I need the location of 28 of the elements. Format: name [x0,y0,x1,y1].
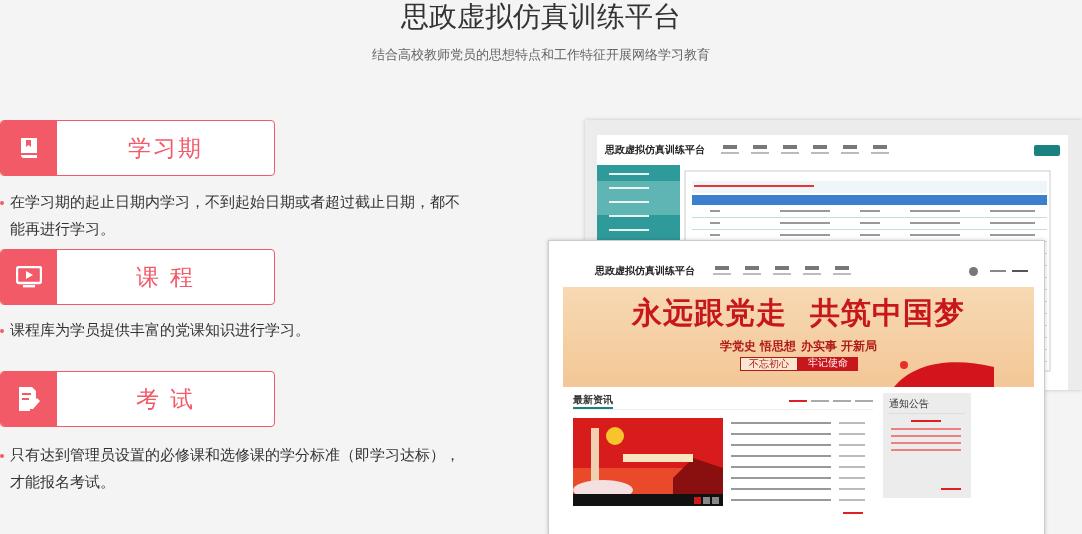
feature-header: 学习期 [0,120,275,176]
feature-description: 课程库为学员提供丰富的党课知识进行学习。 [10,320,310,341]
banner-slogan: 学党史 悟思想 办实事 开新局 [720,338,877,355]
page-title: 思政虚拟仿真训练平台 [401,0,681,34]
page-button[interactable] [703,496,710,504]
feature-header: 考 试 [0,371,275,427]
feature-description: 只有达到管理员设置的必修课和选修课的学分标准（即学习达标），才能报名考试。 [10,445,460,493]
banner-tag: 牢记使命 [797,357,858,371]
notice-heading: 通知公告 [889,397,965,414]
page-button[interactable] [712,496,719,504]
site-title: 思政虚拟仿真训练平台 [595,264,695,278]
exit-button[interactable] [1034,144,1060,156]
section-heading: 最新资讯 [573,393,613,409]
book-icon [18,136,40,160]
bullet-icon [0,329,4,333]
page-button[interactable] [694,496,701,504]
user-menu-drawing [990,268,1030,274]
bullet-icon [0,201,4,205]
avatar-icon [969,266,978,276]
bullet-icon [0,454,4,458]
feature-header: 课 程 [0,249,275,305]
banner-headline: 永远跟党走 共筑中国梦 [632,294,965,332]
banner-tag: 不忘初心 [739,357,798,371]
document-pen-icon [17,386,41,412]
monitor-play-icon [16,266,42,288]
site-title: 思政虚拟仿真训练平台 [605,143,705,157]
feature-description: 在学习期的起止日期内学习，不到起始日期或者超过截止日期，都不能再进行学习。 [10,192,460,240]
page-subtitle: 结合高校教师党员的思想特点和工作特征开展网络学习教育 [372,46,710,64]
